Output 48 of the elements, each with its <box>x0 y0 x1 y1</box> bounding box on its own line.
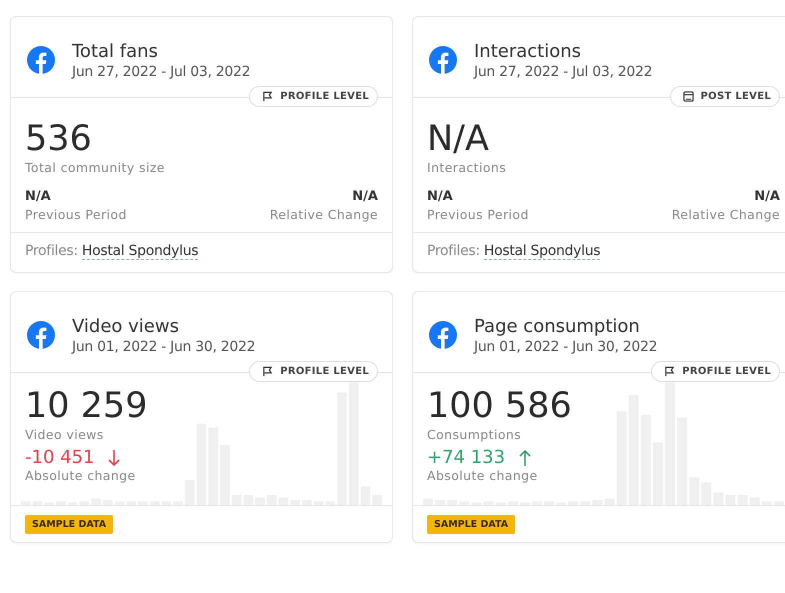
date-range: Jun 01, 2022 - Jun 30, 2022 <box>474 338 658 354</box>
metric-value: 100 586 <box>427 385 572 427</box>
metric-label: Video views <box>25 427 104 442</box>
flag-icon <box>262 366 274 377</box>
profile-link[interactable]: Hostal Spondylus <box>484 243 600 260</box>
previous-label: Previous Period <box>25 207 127 222</box>
date-range: Jun 01, 2022 - Jun 30, 2022 <box>72 338 256 354</box>
previous-value: N/A <box>25 189 52 204</box>
change-label: Relative Change <box>270 207 378 222</box>
flag-icon <box>262 91 274 102</box>
flag-icon <box>664 366 676 377</box>
facebook-icon <box>27 321 55 349</box>
level-badge: PROFILE LEVEL <box>249 86 378 107</box>
change-label: Absolute change <box>25 468 136 483</box>
change-value: +74 133 <box>427 447 506 468</box>
level-badge: PROFILE LEVEL <box>249 361 378 382</box>
profiles-label: Profiles: <box>427 243 480 260</box>
level-badge: PROFILE LEVEL <box>651 361 780 382</box>
metric-value: 536 <box>25 118 93 160</box>
card-title: Total fans <box>72 40 159 62</box>
sample-data-badge: SAMPLE DATA <box>25 515 114 534</box>
metric-value: 10 259 <box>25 385 148 427</box>
facebook-icon <box>27 46 55 74</box>
previous-label: Previous Period <box>427 207 529 222</box>
post-icon <box>682 91 694 102</box>
down-arrow-icon <box>108 448 120 466</box>
change-label: Relative Change <box>672 207 780 222</box>
metric-label: Consumptions <box>427 427 522 442</box>
metric-value: N/A <box>427 118 490 160</box>
profiles-label: Profiles: <box>25 243 78 260</box>
facebook-icon <box>429 321 457 349</box>
level-badge: POST LEVEL <box>670 86 780 107</box>
facebook-icon <box>429 46 457 74</box>
card-title: Page consumption <box>474 316 641 336</box>
card-title: Video views <box>72 316 180 336</box>
sample-data-badge: SAMPLE DATA <box>427 515 516 534</box>
metric-label: Total community size <box>25 160 166 175</box>
change-value: N/A <box>754 189 780 204</box>
up-arrow-icon <box>519 448 532 466</box>
date-range: Jun 27, 2022 - Jul 03, 2022 <box>72 64 250 80</box>
date-range: Jun 27, 2022 - Jul 03, 2022 <box>474 64 652 80</box>
card-title: Interactions <box>474 40 582 62</box>
change-value: N/A <box>352 189 378 204</box>
previous-value: N/A <box>427 189 454 204</box>
change-label: Absolute change <box>427 468 538 483</box>
metric-label: Interactions <box>427 160 508 175</box>
change-value: -10 451 <box>25 447 94 468</box>
profile-link[interactable]: Hostal Spondylus <box>82 243 198 260</box>
